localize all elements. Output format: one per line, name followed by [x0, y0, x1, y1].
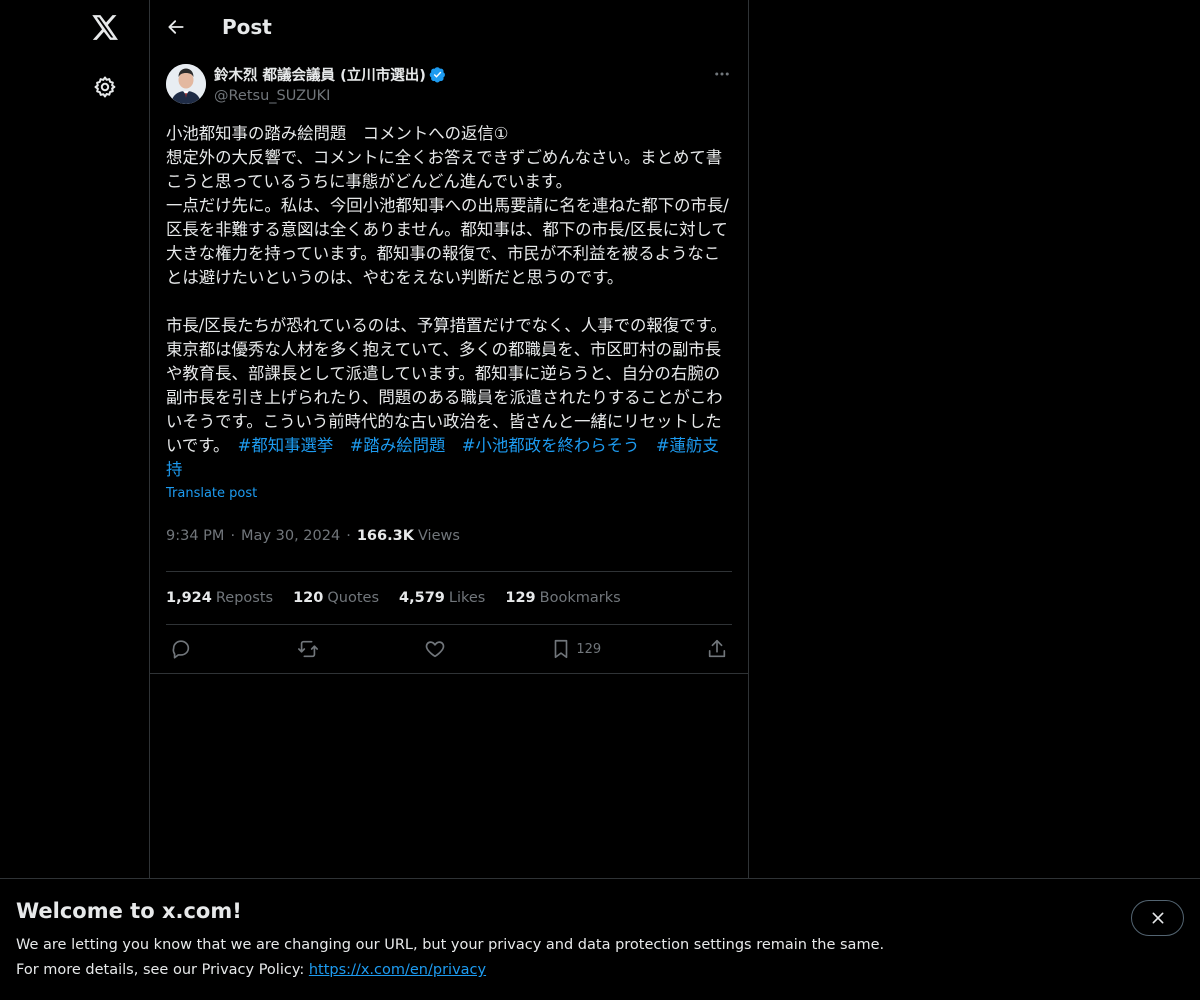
x-logo-icon[interactable] — [90, 12, 120, 42]
arrow-left-icon — [168, 20, 184, 34]
more-dots-icon — [715, 72, 729, 76]
privacy-policy-link[interactable]: https://x.com/en/privacy — [309, 962, 486, 978]
reposts-count: 1,924 — [166, 590, 212, 606]
post-meta: 9:34 PM · May 30, 2024 · 166.3K Views — [166, 519, 732, 572]
views-count: 166.3K — [356, 528, 414, 544]
reply-button[interactable] — [170, 638, 192, 660]
reply-icon — [172, 640, 190, 659]
post-date[interactable]: May 30, 2024 — [241, 528, 340, 544]
bookmark-count: 129 — [576, 641, 602, 657]
separator-dot: · — [346, 528, 351, 544]
heart-icon — [425, 641, 444, 658]
banner-privacy-line: For more details, see our Privacy Policy… — [16, 962, 486, 978]
quotes-count: 120 — [293, 590, 324, 606]
main-column: Post 鈴木烈 都議会議員 (立川市選出) @Retsu_SUZUKI 小池都… — [150, 0, 749, 1000]
share-button[interactable] — [706, 638, 728, 660]
avatar[interactable] — [166, 64, 206, 104]
bookmark-icon — [555, 639, 568, 659]
gear-icon[interactable] — [92, 74, 118, 100]
author-handle[interactable]: @Retsu_SUZUKI — [214, 88, 446, 104]
post-body: 小池都知事の踏み絵問題 コメントへの返信① 想定外の大反響で、コメントに全くお答… — [166, 124, 729, 455]
quotes-stat[interactable]: 120 Quotes — [293, 590, 379, 606]
action-bar: 129 — [166, 625, 732, 673]
bookmarks-stat[interactable]: 129 Bookmarks — [505, 590, 620, 606]
repost-button[interactable] — [297, 638, 319, 660]
translate-post-link[interactable]: Translate post — [166, 486, 257, 501]
separator-dot: · — [230, 528, 236, 544]
author-info: 鈴木烈 都議会議員 (立川市選出) @Retsu_SUZUKI — [214, 64, 446, 108]
page-header: Post — [150, 0, 748, 54]
likes-label: Likes — [448, 590, 486, 606]
banner-message: We are letting you know that we are chan… — [16, 937, 885, 953]
repost-icon — [297, 640, 318, 658]
close-icon — [1152, 912, 1163, 924]
bookmarks-count: 129 — [505, 590, 536, 606]
likes-stat[interactable]: 4,579 Likes — [399, 590, 485, 606]
engagement-stats: 1,924 Reposts 120 Quotes 4,579 Likes 129 Boo… — [166, 572, 732, 625]
bookmarks-label: Bookmarks — [539, 590, 621, 606]
quotes-label: Quotes — [327, 590, 380, 606]
bookmark-button[interactable]: 129 — [550, 638, 601, 660]
left-nav — [0, 0, 150, 1000]
reposts-stat[interactable]: 1,924 Reposts — [166, 590, 273, 606]
share-icon — [708, 639, 726, 658]
likes-count: 4,579 — [399, 590, 445, 606]
author-name-line[interactable]: 鈴木烈 都議会議員 (立川市選出) — [214, 64, 446, 85]
views-label: Views — [417, 528, 460, 544]
hashtag-link[interactable]: #小池都政を終わらそう — [462, 436, 640, 455]
post-text: 小池都知事の踏み絵問題 コメントへの返信① 想定外の大反響で、コメントに全くお答… — [166, 122, 732, 482]
close-banner-button[interactable] — [1131, 900, 1184, 936]
verified-badge-icon — [429, 66, 446, 83]
hashtag-link[interactable]: #都知事選挙 — [238, 436, 334, 455]
hashtag-link[interactable]: #踏み絵問題 — [350, 436, 446, 455]
banner-title: Welcome to x.com! — [16, 899, 242, 923]
reposts-label: Reposts — [215, 590, 274, 606]
post-detail: 鈴木烈 都議会議員 (立川市選出) @Retsu_SUZUKI 小池都知事の踏み… — [150, 54, 748, 674]
page-title: Post — [222, 15, 272, 39]
post-time[interactable]: 9:34 PM — [166, 528, 224, 544]
author-name: 鈴木烈 都議会議員 (立川市選出) — [214, 68, 426, 84]
back-button[interactable] — [158, 9, 194, 45]
more-options-button[interactable] — [712, 64, 732, 84]
url-change-banner: Welcome to x.com! We are letting you kno… — [0, 878, 1200, 1000]
author-row: 鈴木烈 都議会議員 (立川市選出) @Retsu_SUZUKI — [166, 64, 732, 108]
like-button[interactable] — [424, 638, 446, 660]
banner-privacy-prefix: For more details, see our Privacy Policy… — [16, 962, 309, 978]
